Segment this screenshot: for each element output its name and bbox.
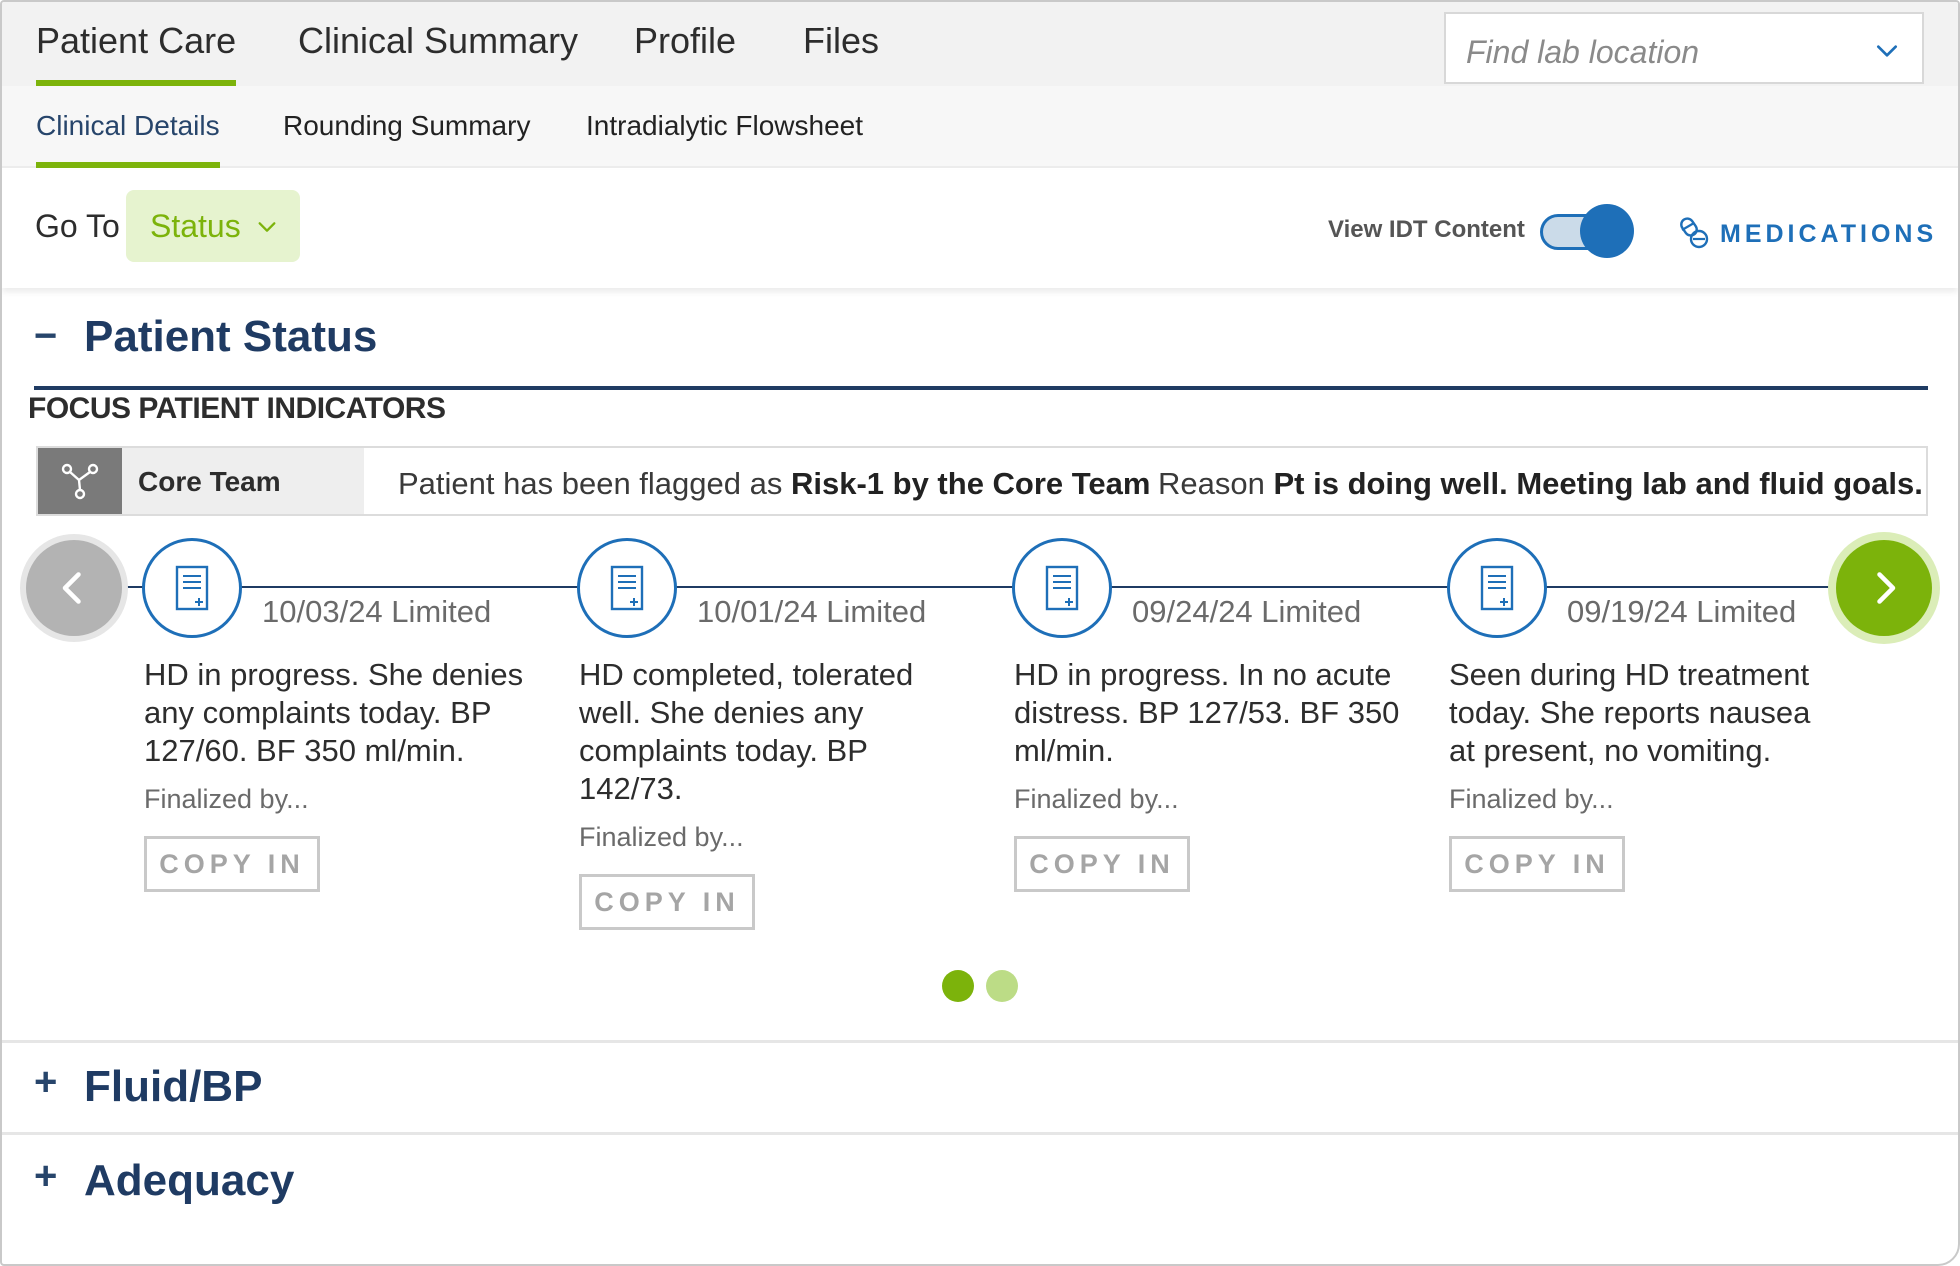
core-team-msg-prefix: Patient has been flagged as [398, 466, 783, 501]
adequacy-header[interactable]: + Adequacy [2, 1142, 1958, 1222]
document-plus-icon [1480, 565, 1514, 611]
document-plus-icon [610, 565, 644, 611]
core-team-reason-text: Pt is doing well. Meeting lab and fluid … [1273, 466, 1923, 501]
note-date: 10/01/24 Limited [697, 594, 927, 629]
core-team-risk: Risk-1 by the Core Team [790, 466, 1151, 501]
note-text: HD completed, tolerated well. She denies… [579, 657, 914, 806]
goto-label: Go To [35, 208, 120, 244]
goto-status-dropdown[interactable]: Status [126, 190, 300, 262]
note-node[interactable] [1447, 538, 1547, 638]
top-nav: Patient Care Clinical Summary Profile Fi… [2, 2, 1958, 86]
page-dot-2[interactable] [986, 970, 1018, 1002]
document-plus-icon [1045, 565, 1079, 611]
note-date: 09/24/24 Limited [1132, 594, 1362, 629]
note-node[interactable] [1012, 538, 1112, 638]
note-text: Seen during HD treatment today. She repo… [1449, 657, 1811, 768]
core-team-reason-label: Reason [1158, 466, 1265, 501]
note-text: HD in progress. In no acute distress. BP… [1014, 657, 1400, 768]
tab-rounding-summary[interactable]: Rounding Summary [283, 110, 530, 168]
view-idt-label: View IDT Content [1328, 216, 1525, 243]
note-node[interactable] [142, 538, 242, 638]
note-node[interactable] [577, 538, 677, 638]
section-divider [34, 386, 1928, 390]
carousel-prev-button[interactable] [26, 540, 122, 636]
core-team-icon-box [38, 448, 122, 514]
fluid-bp-title: Fluid/BP [84, 1062, 263, 1111]
app-frame: Patient Care Clinical Summary Profile Fi… [0, 0, 1960, 1266]
document-plus-icon [175, 565, 209, 611]
team-network-icon [61, 463, 99, 500]
expand-icon: + [34, 1154, 58, 1198]
copy-in-button[interactable]: COPY IN [1014, 836, 1190, 892]
medications-label: MEDICATIONS [1720, 220, 1938, 248]
chevron-down-icon [1876, 45, 1898, 57]
fluid-bp-header[interactable]: + Fluid/BP [2, 1050, 1958, 1130]
pills-icon [1680, 217, 1709, 249]
patient-status-title: Patient Status [84, 312, 378, 361]
copy-in-button[interactable]: COPY IN [1449, 836, 1625, 892]
adequacy-title: Adequacy [84, 1156, 295, 1205]
tab-files[interactable]: Files [803, 20, 879, 86]
note-date: 09/19/24 Limited [1567, 594, 1797, 629]
note-finalized: Finalized by... [579, 822, 744, 852]
core-team-message: Patient has been flagged as Risk-1 by th… [398, 466, 1150, 502]
chevron-right-icon [1877, 572, 1896, 604]
goto-toolbar: Go To Status View IDT Content MEDICATION… [2, 170, 1958, 288]
view-idt-toggle[interactable] [1538, 204, 1634, 258]
copy-in-button[interactable]: COPY IN [579, 874, 755, 930]
core-team-reason: Reason Pt is doing well. Meeting lab and… [1158, 466, 1923, 502]
tab-patient-care[interactable]: Patient Care [36, 20, 237, 86]
chevron-down-icon [258, 222, 276, 232]
tab-clinical-summary[interactable]: Clinical Summary [298, 20, 578, 86]
note-text: HD in progress. She denies any complaint… [144, 657, 524, 768]
page-dot-1[interactable] [942, 970, 974, 1002]
copy-in-button[interactable]: COPY IN [144, 836, 320, 892]
timeline-line [112, 586, 1852, 588]
note-finalized: Finalized by... [1449, 784, 1614, 814]
focus-indicators-title: FOCUS PATIENT INDICATORS [28, 392, 446, 425]
carousel-next-button[interactable] [1836, 540, 1932, 636]
core-team-flag: Core Team Patient has been flagged as Ri… [36, 446, 1928, 516]
sub-nav: Clinical Details Rounding Summary Intrad… [2, 86, 1958, 168]
tab-intradialytic-flowsheet[interactable]: Intradialytic Flowsheet [586, 110, 863, 168]
note-finalized: Finalized by... [144, 784, 309, 814]
collapse-icon: − [34, 314, 58, 358]
core-team-label-box: Core Team [122, 448, 364, 514]
chevron-left-icon [62, 572, 81, 604]
carousel-pagination [942, 970, 1022, 1004]
divider [2, 1040, 1958, 1043]
note-date: 10/03/24 Limited [262, 594, 492, 629]
patient-status-header[interactable]: − Patient Status [2, 308, 1958, 368]
divider [2, 1132, 1958, 1135]
note-finalized: Finalized by... [1014, 784, 1179, 814]
lab-location-placeholder: Find lab location [1466, 34, 1700, 70]
core-team-label: Core Team [138, 466, 281, 497]
tab-profile[interactable]: Profile [634, 20, 736, 86]
lab-location-select[interactable]: Find lab location [1444, 12, 1924, 84]
tab-clinical-details[interactable]: Clinical Details [36, 110, 220, 168]
goto-status-label: Status [150, 208, 241, 244]
expand-icon: + [34, 1060, 58, 1104]
toggle-knob [1580, 204, 1634, 258]
